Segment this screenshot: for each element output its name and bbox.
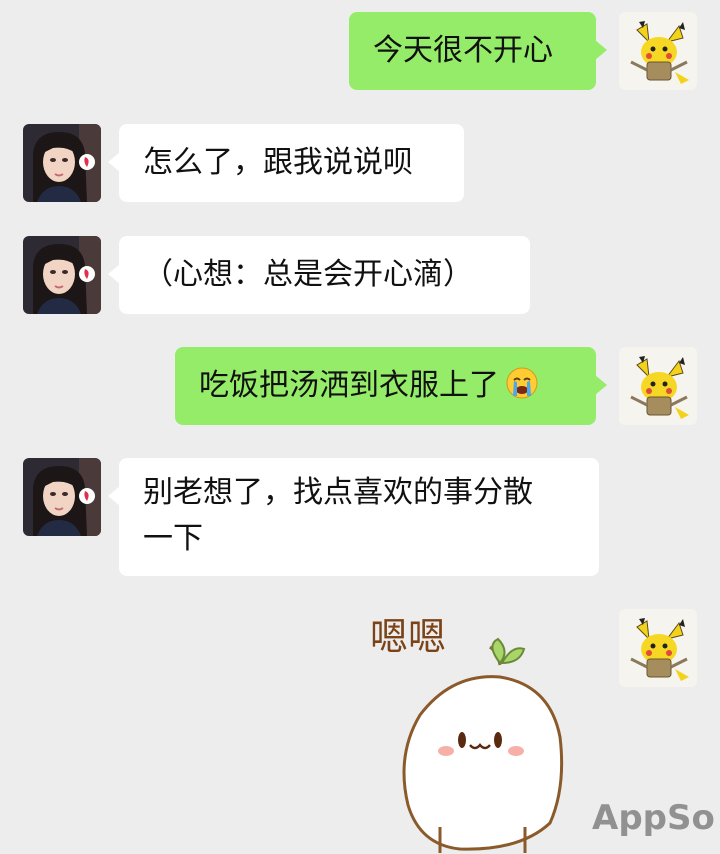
message-text: 今天很不开心	[373, 33, 553, 68]
appso-watermark: AppSo	[592, 798, 715, 838]
message-text: 吃饭把汤洒到衣服上了	[199, 368, 499, 403]
my-avatar[interactable]	[619, 347, 697, 425]
message-text-line: 一下	[143, 521, 203, 556]
message-bubble-incoming[interactable]: 别老想了，找点喜欢的事分散 一下	[108, 458, 599, 576]
my-avatar[interactable]	[619, 609, 697, 687]
message-text-line: 别老想了，找点喜欢的事分散	[143, 475, 533, 510]
contact-avatar[interactable]	[23, 124, 101, 202]
bun-sticker-icon: 嗯嗯	[370, 615, 564, 853]
sticker-message[interactable]: 嗯嗯	[360, 605, 575, 854]
girl-avatar-icon	[23, 124, 101, 202]
girl-avatar-icon	[23, 458, 101, 536]
message-bubble-outgoing[interactable]: 今天很不开心	[349, 12, 607, 90]
contact-avatar[interactable]	[23, 236, 101, 314]
my-avatar[interactable]	[619, 12, 697, 90]
message-bubble-outgoing[interactable]: 吃饭把汤洒到衣服上了	[175, 347, 607, 425]
pikachu-avatar-icon	[619, 347, 697, 425]
message-bubble-incoming[interactable]: 怎么了，跟我说说呗	[108, 124, 464, 202]
contact-avatar[interactable]	[23, 458, 101, 536]
pikachu-avatar-icon	[619, 609, 697, 687]
girl-avatar-icon	[23, 236, 101, 314]
message-bubble-incoming[interactable]: （心想：总是会开心滴）	[108, 236, 530, 314]
crying-face-icon	[505, 366, 539, 400]
sticker-caption: 嗯嗯	[370, 615, 446, 659]
message-text: 怎么了，跟我说说呗	[143, 145, 413, 180]
message-text: （心想：总是会开心滴）	[143, 257, 473, 292]
pikachu-avatar-icon	[619, 12, 697, 90]
